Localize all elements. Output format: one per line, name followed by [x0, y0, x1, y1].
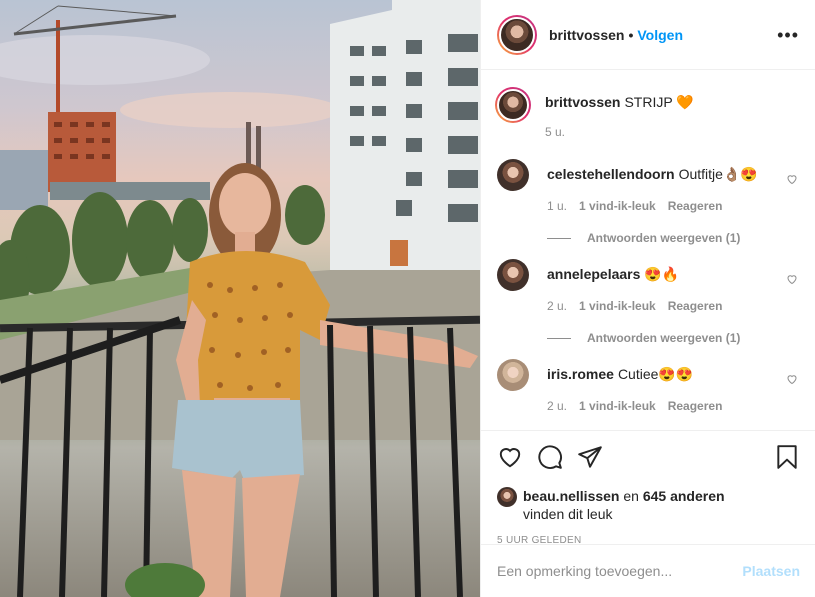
comment-text: Outfitje👌🏽😍: [678, 166, 758, 182]
caption-avatar[interactable]: [495, 87, 531, 123]
author-username[interactable]: brittvossen: [549, 27, 624, 43]
post-photo[interactable]: [0, 0, 480, 597]
caption: brittvossen STRIJP 🧡 5 u.: [495, 87, 800, 139]
heart-outline-icon[interactable]: [497, 444, 523, 470]
view-replies-label: Antwoorden weergeven (1): [587, 231, 741, 245]
commenter-avatar[interactable]: [497, 159, 529, 191]
post-side-panel: brittvossen • Volgen ••• brittvossen STRI…: [480, 0, 815, 597]
comment-likes[interactable]: 1 vind-ik-leuk: [579, 399, 656, 413]
post-actions: beau.nellissen en 645 anderen vinden dit…: [481, 430, 815, 546]
reply-button[interactable]: Reageren: [668, 399, 723, 413]
caption-text: STRIJP 🧡: [624, 94, 694, 110]
view-replies-label: Antwoorden weergeven (1): [587, 331, 741, 345]
comment-item: celestehellendoorn Outfitje👌🏽😍 1 u. 1 vin…: [497, 159, 800, 213]
comment-likes[interactable]: 1 vind-ik-leuk: [579, 299, 656, 313]
comment-time[interactable]: 1 u.: [547, 199, 567, 213]
comment-like-icon[interactable]: [786, 373, 798, 385]
comments-list[interactable]: brittvossen STRIJP 🧡 5 u. celestehellendo…: [481, 71, 815, 429]
likes-connector: en: [619, 488, 643, 504]
post-header: brittvossen • Volgen •••: [481, 0, 815, 70]
action-icons: [497, 443, 800, 471]
follow-button[interactable]: Volgen: [637, 27, 683, 43]
photo-illustration: [0, 0, 480, 597]
post-comment-button[interactable]: Plaatsen: [742, 563, 800, 579]
replies-line: [547, 337, 571, 339]
reply-button[interactable]: Reageren: [668, 199, 723, 213]
comment-item: annelepelaars 😍🔥 2 u. 1 vind-ik-leuk Reag…: [497, 259, 800, 313]
comment-time[interactable]: 2 u.: [547, 399, 567, 413]
author-avatar[interactable]: [497, 14, 537, 55]
commenter-avatar[interactable]: [497, 359, 529, 391]
likes-tail: vinden dit leuk: [523, 506, 613, 522]
comment-item: iris.romee Cutiee😍😍 2 u. 1 vind-ik-leuk R…: [497, 359, 800, 413]
comment-username[interactable]: iris.romee: [547, 366, 614, 382]
comment-text: Cutiee😍😍: [617, 366, 694, 382]
caption-time[interactable]: 5 u.: [545, 125, 565, 139]
comment-input[interactable]: [497, 563, 743, 579]
comment-username[interactable]: annelepelaars: [547, 266, 640, 282]
comment-time[interactable]: 2 u.: [547, 299, 567, 313]
comment-bubble-icon[interactable]: [537, 444, 563, 470]
likes-count[interactable]: 645 anderen: [643, 488, 725, 504]
bookmark-icon[interactable]: [774, 444, 800, 470]
more-options-icon[interactable]: •••: [777, 26, 799, 44]
liker-username[interactable]: beau.nellissen: [523, 488, 619, 504]
comment-likes[interactable]: 1 vind-ik-leuk: [579, 199, 656, 213]
view-replies-button[interactable]: Antwoorden weergeven (1): [547, 231, 800, 245]
likes-summary: beau.nellissen en 645 anderen vinden dit…: [497, 487, 800, 523]
add-comment-bar: Plaatsen: [481, 544, 815, 597]
liker-avatar[interactable]: [497, 487, 517, 507]
comment-like-icon[interactable]: [786, 173, 798, 185]
comment-text: 😍🔥: [644, 266, 680, 282]
comment-username[interactable]: celestehellendoorn: [547, 166, 675, 182]
reply-button[interactable]: Reageren: [668, 299, 723, 313]
commenter-avatar[interactable]: [497, 259, 529, 291]
instagram-post-modal: brittvossen • Volgen ••• brittvossen STRI…: [0, 0, 815, 597]
paper-plane-icon[interactable]: [577, 444, 603, 470]
view-replies-button[interactable]: Antwoorden weergeven (1): [547, 331, 800, 345]
separator-dot: •: [628, 26, 634, 43]
comment-like-icon[interactable]: [786, 273, 798, 285]
replies-line: [547, 237, 571, 239]
caption-username[interactable]: brittvossen: [545, 94, 620, 110]
